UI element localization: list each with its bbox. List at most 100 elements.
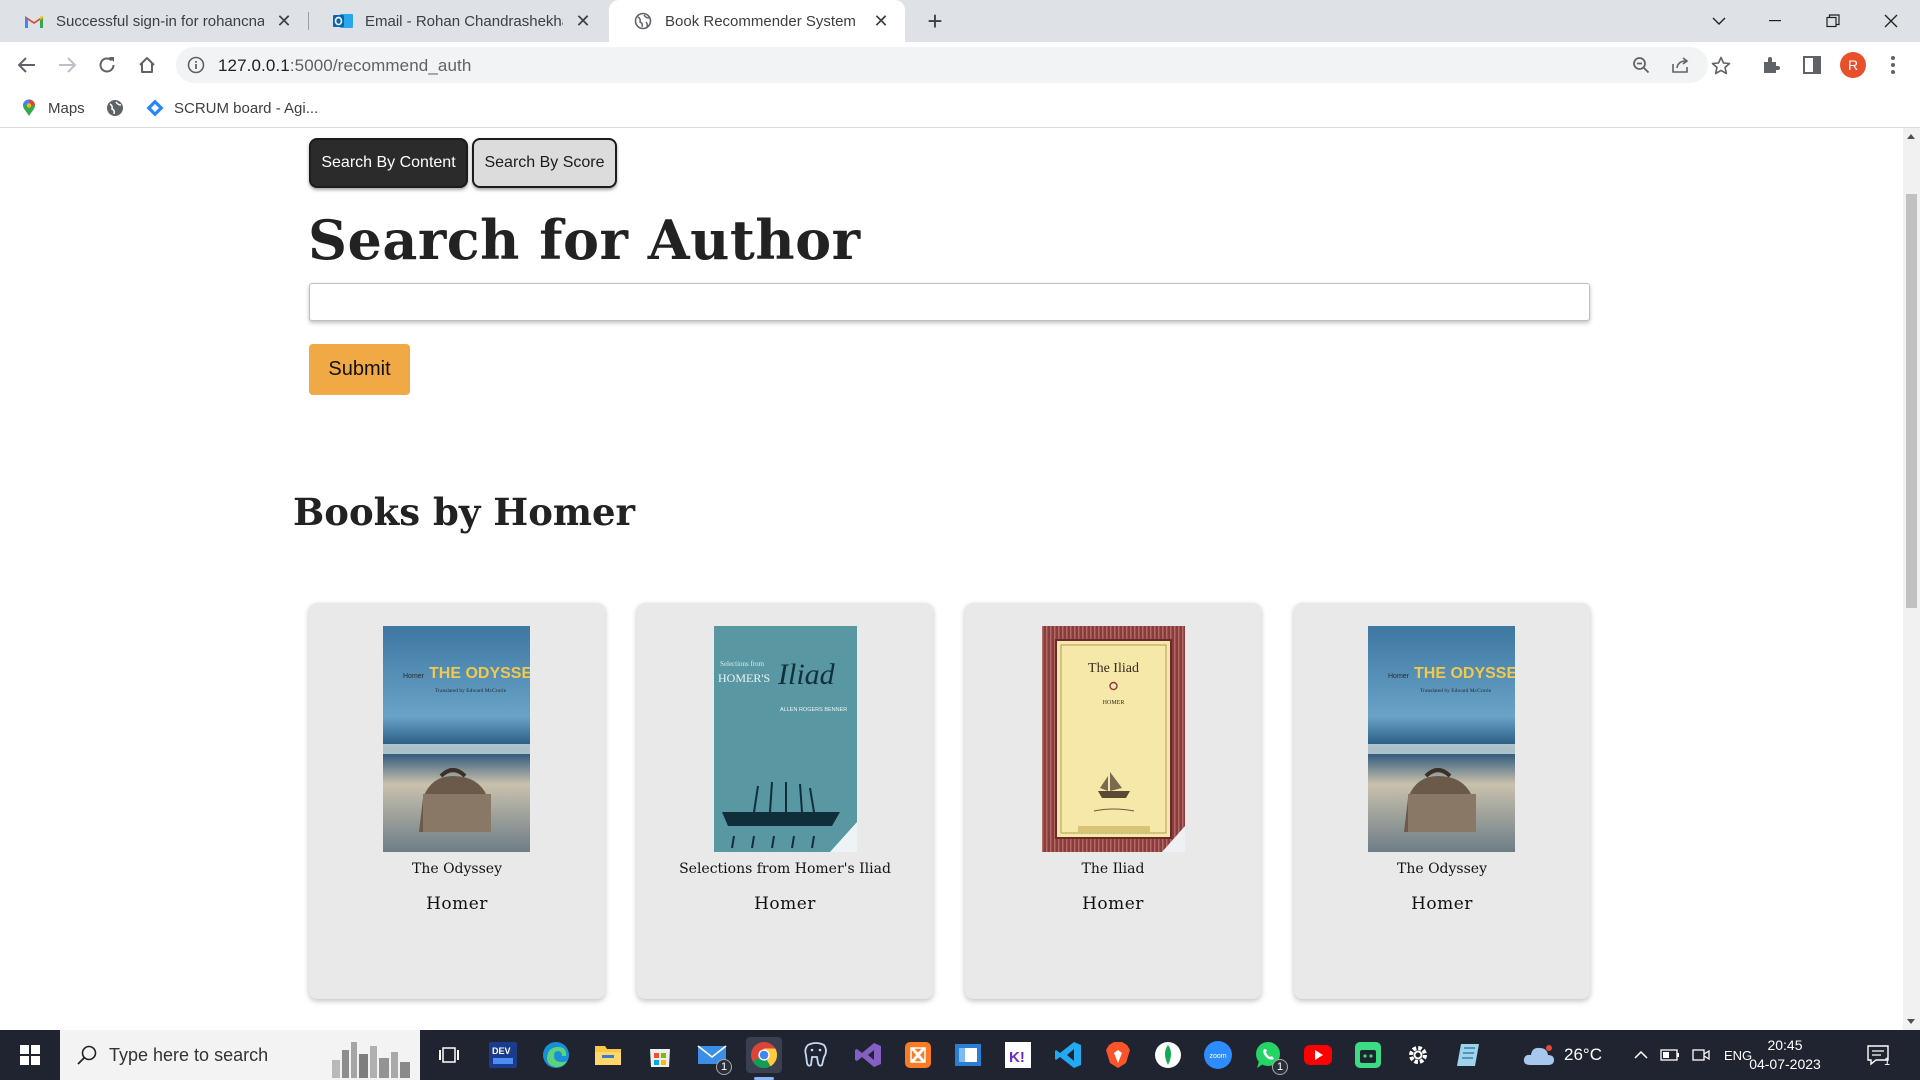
weather-widget[interactable]: 26°C (1522, 1030, 1602, 1080)
side-panel-icon[interactable] (1801, 54, 1823, 76)
minimize-button[interactable] (1746, 0, 1804, 42)
restore-button[interactable] (1804, 0, 1862, 42)
taskbar-search-box[interactable]: Type here to search (60, 1030, 420, 1080)
share-icon[interactable] (1670, 54, 1692, 76)
visual-studio-icon[interactable] (850, 1037, 886, 1073)
vscode-icon[interactable] (1050, 1037, 1086, 1073)
author-search-input[interactable] (309, 283, 1590, 321)
bookmark-globe[interactable] (106, 96, 134, 120)
profile-avatar[interactable]: R (1840, 52, 1866, 78)
clock-time: 20:45 (1767, 1037, 1803, 1053)
scrollbar-thumb[interactable] (1906, 194, 1917, 608)
tab-outlook[interactable]: Email - Rohan Chandrashekhar N ✕ (309, 0, 607, 42)
book-card[interactable]: Homer THE ODYSSEY Translated by Edward M… (309, 603, 605, 999)
cover-text: Translated by Edward McCrorie (435, 688, 507, 694)
globe-icon (106, 99, 124, 117)
book-card[interactable]: Homer THE ODYSSEY Translated by Edward M… (1294, 603, 1590, 999)
android-studio-icon[interactable] (1350, 1037, 1386, 1073)
tab-search-chevron-icon[interactable] (1690, 0, 1748, 42)
task-view-icon[interactable] (431, 1037, 467, 1073)
address-bar[interactable]: 127.0.0.1:5000/recommend_auth (176, 47, 1731, 83)
new-tab-button[interactable]: + (922, 6, 948, 36)
book-author: Homer (754, 894, 816, 914)
svg-text:zoom: zoom (1209, 1053, 1226, 1060)
menu-kebab-icon[interactable] (1882, 54, 1904, 76)
cover-text: Iliad (777, 658, 836, 691)
book-cover-iliad-selections: Selections from HOMER'S Iliad ALLEN ROGE… (714, 626, 857, 852)
book-title: Selections from Homer's Iliad (679, 861, 891, 877)
battery-icon[interactable] (1660, 1030, 1680, 1080)
zoom-icon[interactable]: zoom (1200, 1037, 1236, 1073)
book-author: Homer (426, 894, 488, 914)
home-icon[interactable] (131, 49, 163, 81)
cover-text: HOMER'S (718, 671, 770, 685)
page-scrollbar[interactable] (1903, 128, 1920, 1030)
tab-gmail[interactable]: Successful sign-in for rohancnash ✕ (0, 0, 308, 42)
search-by-content-button[interactable]: Search By Content (309, 138, 468, 188)
scroll-up-arrow-icon[interactable] (1907, 134, 1915, 139)
settings-gear-icon[interactable] (1400, 1037, 1436, 1073)
notepad-icon[interactable] (1450, 1037, 1486, 1073)
windows-taskbar: Type here to search DEV 1 K! zoom 1 26°C… (0, 1030, 1920, 1080)
book-author: Homer (1411, 894, 1473, 914)
city-skyline-icon (332, 1042, 410, 1078)
meet-now-icon[interactable] (1692, 1030, 1710, 1080)
mail-icon[interactable]: 1 (694, 1037, 732, 1075)
whiteboard-icon[interactable] (950, 1037, 986, 1073)
browser-toolbar: 127.0.0.1:5000/recommend_auth R (0, 42, 1920, 88)
back-arrow-icon[interactable] (11, 49, 43, 81)
youtube-icon[interactable] (1300, 1037, 1336, 1073)
book-card[interactable]: The Iliad HOMER The Iliad Homer (965, 603, 1261, 999)
mongodb-compass-icon[interactable] (1150, 1037, 1186, 1073)
windows-start-icon[interactable] (0, 1030, 60, 1080)
close-icon[interactable]: ✕ (573, 11, 593, 31)
brave-icon[interactable] (1100, 1037, 1136, 1073)
url-text: 127.0.0.1:5000/recommend_auth (218, 56, 471, 76)
globe-icon (633, 11, 653, 31)
kite-icon[interactable]: K! (1000, 1037, 1036, 1073)
zoom-icon[interactable] (1630, 54, 1652, 76)
taskbar-clock[interactable]: 20:45 04-07-2023 (1740, 1036, 1830, 1074)
whatsapp-icon[interactable]: 1 (1250, 1037, 1288, 1075)
chrome-icon[interactable] (746, 1037, 782, 1080)
notification-center-icon[interactable]: 1 (1866, 1030, 1890, 1080)
postgresql-icon[interactable] (798, 1037, 834, 1073)
submit-button[interactable]: Submit (309, 344, 410, 395)
clock-date: 04-07-2023 (1749, 1056, 1821, 1072)
tab-book-recommender[interactable]: Book Recommender System ✕ (609, 0, 905, 42)
bookmark-star-icon[interactable] (1710, 54, 1732, 76)
page-title: Search for Author (308, 208, 861, 272)
outlook-icon (333, 11, 353, 31)
scroll-down-arrow-icon[interactable] (1907, 1019, 1915, 1024)
book-card[interactable]: Selections from HOMER'S Iliad ALLEN ROGE… (637, 603, 933, 999)
close-icon[interactable]: ✕ (871, 11, 891, 31)
microsoft-store-icon[interactable] (642, 1037, 678, 1073)
gmail-icon (24, 11, 44, 31)
edge-icon[interactable] (538, 1037, 574, 1073)
info-icon[interactable] (186, 55, 206, 75)
xampp-icon[interactable] (900, 1037, 936, 1073)
close-window-button[interactable] (1862, 0, 1920, 42)
search-icon (76, 1044, 98, 1071)
forward-arrow-icon[interactable] (51, 49, 83, 81)
file-explorer-icon[interactable] (590, 1037, 626, 1073)
bookmark-scrum-board[interactable]: SCRUM board - Agi... (146, 96, 318, 120)
cover-text: Homer (1388, 673, 1410, 680)
bookmark-maps[interactable]: Maps (20, 96, 85, 120)
book-cover-odyssey: Homer THE ODYSSEY Translated by Edward M… (383, 626, 530, 852)
extensions-icon[interactable] (1760, 54, 1782, 76)
dev-home-icon[interactable]: DEV (485, 1037, 521, 1073)
reload-icon[interactable] (91, 49, 123, 81)
close-icon[interactable]: ✕ (274, 11, 294, 31)
search-by-score-button[interactable]: Search By Score (472, 138, 617, 188)
cover-text: THE ODYSSEY (429, 665, 530, 682)
cover-text: Homer (403, 673, 425, 680)
svg-text:DEV: DEV (492, 1046, 511, 1056)
maps-pin-icon (20, 99, 38, 117)
results-heading: Books by Homer (293, 490, 636, 534)
book-title: The Odyssey (411, 861, 502, 877)
tab-title: Email - Rohan Chandrashekhar N (365, 12, 563, 30)
weather-temperature: 26°C (1564, 1045, 1602, 1064)
show-hidden-icons-chevron-icon[interactable] (1634, 1030, 1648, 1080)
jira-icon (146, 99, 164, 117)
